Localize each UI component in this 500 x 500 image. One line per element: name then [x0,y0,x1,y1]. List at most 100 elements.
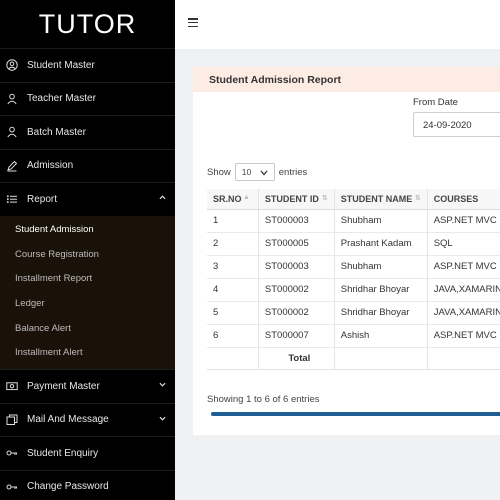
hamburger-menu-icon[interactable] [188,18,198,28]
sidebar-item-student-master[interactable]: Student Master [0,48,175,82]
list-icon [5,192,19,206]
logo-text: TUTOR [38,8,137,39]
column-header-label: COURSES [433,193,479,204]
cell-id: ST000003 [258,208,335,232]
cell-course: ASP.NET MVC [427,208,500,232]
cell-id: ST000002 [258,300,335,324]
cell-course: JAVA,XAMARIN [427,277,500,301]
sidebar-item-label: Student Enquiry [27,447,99,459]
sidebar-item-label: Mail And Message [27,414,109,426]
cell-course: ASP.NET MVC [427,254,500,278]
table-row: 3 ST000003 Shubham ASP.NET MVC [207,254,500,278]
cell-name: Shridhar Bhoyar [334,300,428,324]
chevron-down-icon [159,382,166,387]
entries-select-value: 10 [241,167,252,177]
cell-sr: 2 [207,231,259,255]
table-row: 1 ST000003 Shubham ASP.NET MVC [207,208,500,232]
sidebar-item-label: Teacher Master [27,93,96,105]
cell-name: Prashant Kadam [334,231,428,255]
column-header-label: SR.NO [213,193,242,204]
top-bar [175,0,500,49]
money-icon [5,379,19,393]
sidebar-item-label: Report [27,193,58,205]
cell-id: ST000007 [258,323,335,347]
chevron-down-icon [159,416,166,421]
cell-id: ST000005 [258,231,335,255]
column-header-courses[interactable]: COURSES [427,189,500,210]
cell-name: Shubham [334,254,428,278]
table-row: 6 ST000007 Ashish ASP.NET MVC [207,323,500,347]
card-title: Student Admission Report [193,67,500,92]
entries-label: entries [278,166,308,178]
from-date-input[interactable]: 24-09-2020 [413,112,500,137]
cell-sr: 6 [207,323,259,347]
chevron-up-icon [159,195,166,200]
sort-icon: ▲ [242,194,250,201]
sidebar-item-teacher-master[interactable]: Teacher Master [0,81,175,116]
sidebar-item-label: Change Password [27,481,109,493]
cell-sr: 3 [207,254,259,278]
cell-sr: 5 [207,300,259,324]
submenu-item-installment-alert[interactable]: Installment Alert [0,340,175,365]
entries-length-control: Show 10 entries [207,163,307,181]
key-icon [5,446,19,460]
logo[interactable]: TUTOR [0,0,175,48]
submenu-item-student-admission[interactable]: Student Admission [0,218,175,243]
cell-course: JAVA,XAMARIN [427,300,500,324]
sidebar-item-admission[interactable]: Admission [0,148,175,183]
total-label: Total [258,346,335,370]
table-total-row: Total [207,346,500,370]
sidebar-item-batch-master[interactable]: Batch Master [0,115,175,149]
show-label: Show [207,166,231,178]
sidebar-item-label: Student Master [27,59,95,71]
user-icon [5,125,19,139]
sort-icon: ⇅ [321,195,328,202]
cell-sr: 4 [207,277,259,301]
sidebar-item-label: Admission [27,160,74,172]
cell-sr: 1 [207,208,259,232]
total-empty-cell [427,346,500,370]
user-circle-icon [5,58,19,72]
cell-id: ST000002 [258,277,335,301]
horizontal-scrollbar[interactable] [211,412,500,416]
pencil-icon [5,159,19,173]
submenu-item-installment-report[interactable]: Installment Report [0,267,175,292]
total-empty-cell [207,346,259,370]
copy-icon [5,413,19,427]
table-row: 5 ST000002 Shridhar Bhoyar JAVA,XAMARIN [207,300,500,324]
table-row: 2 ST000005 Prashant Kadam SQL [207,231,500,255]
cell-course: ASP.NET MVC [427,323,500,347]
sidebar: TUTOR Student Master Teacher Master Batc… [0,0,175,500]
chevron-down-icon [260,170,268,176]
cell-name: Shridhar Bhoyar [334,277,428,301]
sort-icon: ⇅ [414,195,421,202]
sidebar-item-payment-master[interactable]: Payment Master [0,369,175,403]
sidebar-item-report[interactable]: Report [0,182,175,216]
admission-table: SR.NO ▲ STUDENT ID ⇅ STUDENT NAME ⇅ COURSES… [207,189,500,370]
report-card: Student Admission Report From Date 24-09… [193,67,500,435]
column-header-sr-no[interactable]: SR.NO ▲ [207,189,259,210]
total-empty-cell [334,346,428,370]
column-header-student-name[interactable]: STUDENT NAME ⇅ [334,189,428,210]
column-header-label: STUDENT NAME [340,193,413,204]
key-icon [5,480,19,494]
column-header-label: STUDENT ID [264,193,319,204]
scrollbar-thumb[interactable] [211,412,500,416]
sidebar-item-label: Payment Master [27,380,100,392]
column-header-student-id[interactable]: STUDENT ID ⇅ [258,189,335,210]
report-submenu: Student Admission Course Registration In… [0,215,175,370]
entries-select[interactable]: 10 [234,163,275,181]
cell-course: SQL [427,231,500,255]
user-icon [5,92,19,106]
sidebar-item-change-password[interactable]: Change Password [0,469,175,500]
cell-name: Shubham [334,208,428,232]
sidebar-item-student-enquiry[interactable]: Student Enquiry [0,436,175,470]
sidebar-item-label: Batch Master [27,126,86,138]
submenu-item-course-registration[interactable]: Course Registration [0,242,175,267]
submenu-item-ledger[interactable]: Ledger [0,291,175,316]
sidebar-item-mail-and-message[interactable]: Mail And Message [0,402,175,437]
cell-name: Ashish [334,323,428,347]
table-info: Showing 1 to 6 of 6 entries [207,394,320,405]
cell-id: ST000003 [258,254,335,278]
submenu-item-balance-alert[interactable]: Balance Alert [0,316,175,341]
